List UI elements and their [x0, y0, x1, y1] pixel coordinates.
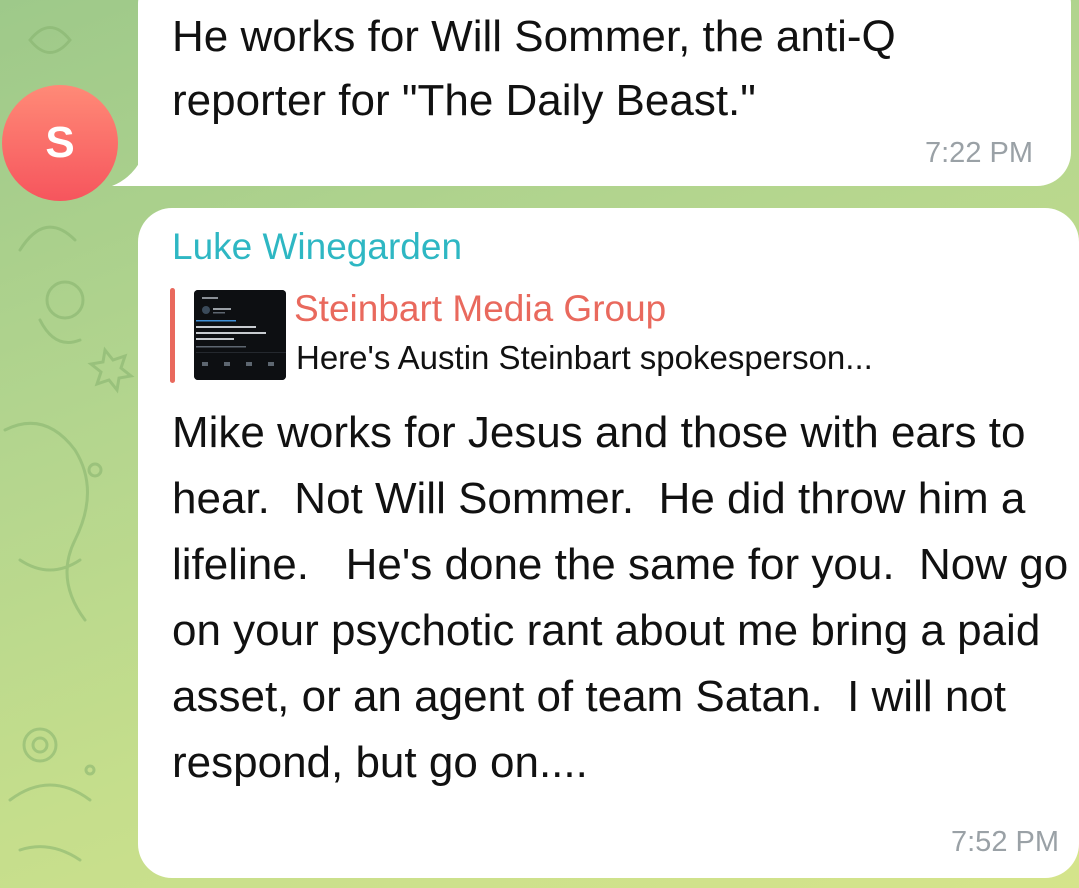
message-timestamp: 7:52 PM	[951, 826, 1059, 858]
message-bubble-incoming-1[interactable]: He works for Will Sommer, the anti-Q rep…	[138, 0, 1071, 186]
reply-quote[interactable]: Steinbart Media Group Here's Austin Stei…	[170, 288, 1060, 383]
message-text: He works for Will Sommer, the anti-Q rep…	[172, 12, 896, 125]
message-text: Mike works for Jesus and those with ears…	[172, 408, 1069, 787]
sender-name[interactable]: Luke Winegarden	[172, 226, 462, 268]
reply-thumbnail-image	[194, 290, 286, 380]
reply-accent-bar	[170, 288, 175, 383]
sender-avatar[interactable]: S	[2, 85, 118, 201]
reply-preview-text: Here's Austin Steinbart spokesperson...	[296, 339, 873, 376]
message-timestamp: 7:22 PM	[925, 137, 1033, 169]
reply-title: Steinbart Media Group	[294, 288, 667, 329]
message-bubble-incoming-2[interactable]: Luke Winegarden Steinbart Media Group He…	[138, 208, 1079, 878]
